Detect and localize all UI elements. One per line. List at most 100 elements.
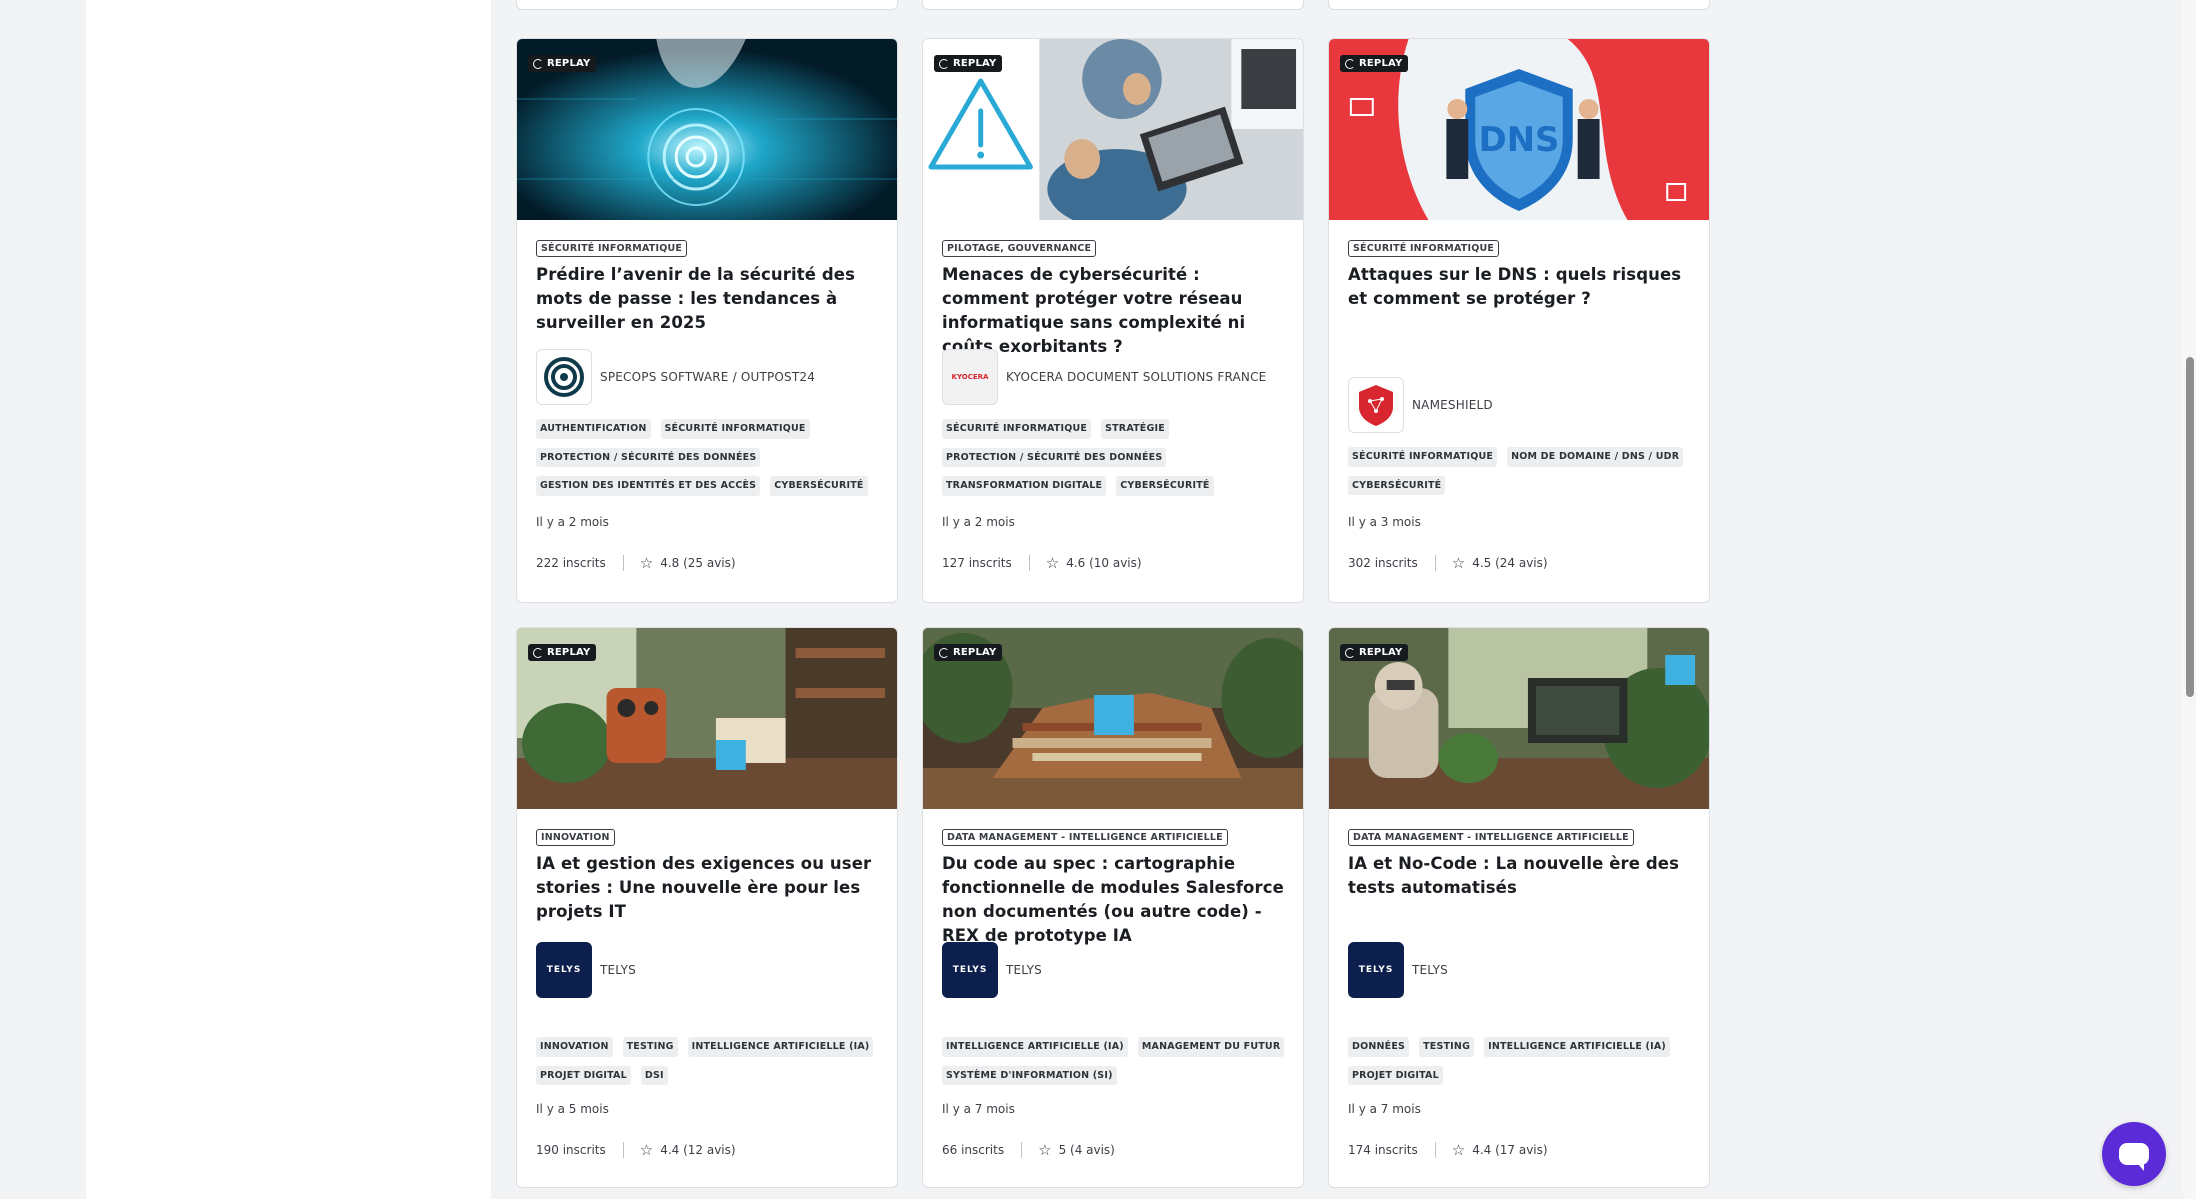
- replay-badge: REPLAY: [528, 644, 597, 661]
- webinar-card[interactable]: REPLAY PILOTAGE, GOUVERNANCE Menaces de …: [922, 38, 1304, 603]
- organizer-logo: [536, 349, 592, 405]
- tag-list: SÉCURITÉ INFORMATIQUE NOM DE DOMAINE / D…: [1348, 447, 1695, 495]
- rating: 4.5 (24 avis): [1472, 556, 1548, 570]
- organizer[interactable]: KYOCERA KYOCERA DOCUMENT SOLUTIONS FRANC…: [942, 349, 1266, 405]
- tag-list: SÉCURITÉ INFORMATIQUE STRATÉGIE PROTECTI…: [942, 419, 1289, 496]
- rating: 4.4 (17 avis): [1472, 1143, 1548, 1157]
- tag[interactable]: PROTECTION / SÉCURITÉ DES DONNÉES: [536, 447, 761, 467]
- subscriber-count: 66 inscrits: [942, 1143, 1005, 1157]
- replay-icon: [533, 58, 543, 69]
- category-badge[interactable]: PILOTAGE, GOUVERNANCE: [942, 240, 1097, 257]
- card-partial[interactable]: [516, 0, 898, 10]
- organizer[interactable]: NAMESHIELD: [1348, 377, 1493, 433]
- tag[interactable]: INTELLIGENCE ARTIFICIELLE (IA): [687, 1037, 874, 1057]
- replay-badge: REPLAY: [1340, 644, 1409, 661]
- replay-badge: REPLAY: [934, 644, 1003, 661]
- organizer-logo: [1348, 377, 1404, 433]
- category-badge[interactable]: INNOVATION: [536, 829, 615, 846]
- replay-icon: [533, 647, 543, 658]
- dns-text: DNS: [1479, 120, 1560, 159]
- rating: 4.6 (10 avis): [1066, 556, 1142, 570]
- tag[interactable]: TESTING: [1419, 1037, 1475, 1057]
- scrollbar[interactable]: [2183, 0, 2196, 1199]
- category-badge[interactable]: SÉCURITÉ INFORMATIQUE: [536, 240, 688, 257]
- divider: [622, 1142, 624, 1158]
- star-outline-icon: ☆: [1038, 1141, 1052, 1159]
- tag[interactable]: SÉCURITÉ INFORMATIQUE: [942, 419, 1092, 439]
- divider: [1434, 1142, 1436, 1158]
- star-outline-icon: ☆: [1045, 554, 1060, 572]
- rating: 5 (4 avis): [1058, 1143, 1115, 1157]
- tag[interactable]: CYBERSÉCURITÉ: [1116, 476, 1214, 496]
- tag[interactable]: INTELLIGENCE ARTIFICIELLE (IA): [942, 1037, 1128, 1057]
- organizer[interactable]: TELYS TELYS: [942, 942, 1042, 998]
- tag[interactable]: SÉCURITÉ INFORMATIQUE: [660, 419, 810, 439]
- tag[interactable]: CYBERSÉCURITÉ: [770, 476, 868, 496]
- webinar-card[interactable]: REPLAY DATA MANAGEMENT - INTELLIGENCE AR…: [1328, 627, 1710, 1188]
- replay-icon: [939, 647, 949, 658]
- organizer-name: KYOCERA DOCUMENT SOLUTIONS FRANCE: [1006, 370, 1267, 384]
- tag[interactable]: GESTION DES IDENTITÉS ET DES ACCÈS: [536, 476, 761, 496]
- organizer[interactable]: TELYS TELYS: [536, 942, 636, 998]
- category-badge[interactable]: DATA MANAGEMENT - INTELLIGENCE ARTIFICIE…: [1348, 829, 1634, 846]
- card-stats: 190 inscrits ☆ 4.4 (12 avis): [536, 1141, 736, 1159]
- tag[interactable]: CYBERSÉCURITÉ: [1348, 475, 1446, 495]
- tag[interactable]: STRATÉGIE: [1101, 419, 1169, 439]
- card-title[interactable]: Attaques sur le DNS : quels risques et c…: [1348, 263, 1690, 311]
- tag[interactable]: AUTHENTIFICATION: [536, 419, 651, 439]
- card-title[interactable]: IA et No-Code : La nouvelle ère des test…: [1348, 852, 1690, 900]
- tag[interactable]: DONNÉES: [1348, 1037, 1410, 1057]
- subscriber-count: 174 inscrits: [1348, 1143, 1418, 1157]
- category-badge[interactable]: DATA MANAGEMENT - INTELLIGENCE ARTIFICIE…: [942, 829, 1228, 846]
- star-outline-icon: ☆: [1451, 1141, 1466, 1159]
- organizer-logo: TELYS: [1348, 942, 1404, 998]
- organizer-logo: KYOCERA: [942, 349, 998, 405]
- subscriber-count: 190 inscrits: [536, 1143, 606, 1157]
- webinar-grid: REPLAY SÉCURITÉ INFORMATIQUE Prédire l’a…: [491, 0, 2183, 1199]
- tag[interactable]: PROJET DIGITAL: [536, 1065, 631, 1085]
- organizer[interactable]: SPECOPS SOFTWARE / OUTPOST24: [536, 349, 815, 405]
- tag[interactable]: MANAGEMENT DU FUTUR: [1137, 1037, 1285, 1057]
- chat-button[interactable]: [2102, 1122, 2166, 1186]
- card-partial[interactable]: [1328, 0, 1710, 10]
- tag[interactable]: TRANSFORMATION DIGITALE: [942, 476, 1107, 496]
- card-stats: 302 inscrits ☆ 4.5 (24 avis): [1348, 554, 1548, 572]
- card-partial[interactable]: [922, 0, 1304, 10]
- tag[interactable]: NOM DE DOMAINE / DNS / UDR: [1507, 447, 1684, 467]
- card-thumbnail: REPLAY: [517, 39, 897, 220]
- card-title[interactable]: IA et gestion des exigences ou user stor…: [536, 852, 878, 924]
- card-stats: 66 inscrits ☆ 5 (4 avis): [942, 1141, 1115, 1159]
- organizer-name: NAMESHIELD: [1412, 398, 1493, 412]
- publish-date: Il y a 7 mois: [942, 1102, 1015, 1116]
- tag[interactable]: DSI: [640, 1065, 668, 1085]
- scrollbar-thumb[interactable]: [2186, 357, 2194, 697]
- tag[interactable]: INNOVATION: [536, 1037, 613, 1057]
- replay-badge: REPLAY: [528, 55, 597, 72]
- card-title[interactable]: Du code au spec : cartographie fonctionn…: [942, 852, 1284, 948]
- tag[interactable]: TESTING: [622, 1037, 678, 1057]
- card-stats: 127 inscrits ☆ 4.6 (10 avis): [942, 554, 1142, 572]
- webinar-card[interactable]: REPLAY INNOVATION IA et gestion des exig…: [516, 627, 898, 1188]
- webinar-card[interactable]: REPLAY SÉCURITÉ INFORMATIQUE Prédire l’a…: [516, 38, 898, 603]
- tag[interactable]: PROTECTION / SÉCURITÉ DES DONNÉES: [942, 447, 1167, 467]
- tag-list: AUTHENTIFICATION SÉCURITÉ INFORMATIQUE P…: [536, 419, 883, 496]
- category-badge[interactable]: SÉCURITÉ INFORMATIQUE: [1348, 240, 1500, 257]
- card-title[interactable]: Menaces de cybersécurité : comment proté…: [942, 263, 1284, 359]
- organizer-name: SPECOPS SOFTWARE / OUTPOST24: [600, 370, 816, 384]
- kyocera-logo: KYOCERA: [951, 373, 989, 381]
- tag[interactable]: SÉCURITÉ INFORMATIQUE: [1348, 447, 1498, 467]
- tag[interactable]: SYSTÈME D'INFORMATION (SI): [942, 1065, 1117, 1085]
- star-outline-icon: ☆: [639, 554, 654, 572]
- webinar-card[interactable]: DNS REPLAY SÉCURITÉ INFORMATIQUE Attaque…: [1328, 38, 1710, 603]
- tag-list: INNOVATION TESTING INTELLIGENCE ARTIFICI…: [536, 1037, 883, 1085]
- tag-list: DONNÉES TESTING INTELLIGENCE ARTIFICIELL…: [1348, 1037, 1695, 1085]
- tag[interactable]: INTELLIGENCE ARTIFICIELLE (IA): [1484, 1037, 1670, 1057]
- replay-icon: [1345, 58, 1355, 69]
- organizer-logo: TELYS: [942, 942, 998, 998]
- webinar-card[interactable]: REPLAY DATA MANAGEMENT - INTELLIGENCE AR…: [922, 627, 1304, 1188]
- organizer[interactable]: TELYS TELYS: [1348, 942, 1448, 998]
- replay-badge: REPLAY: [1340, 55, 1409, 72]
- nameshield-logo-icon: [1359, 385, 1393, 426]
- tag[interactable]: PROJET DIGITAL: [1348, 1065, 1443, 1085]
- card-title[interactable]: Prédire l’avenir de la sécurité des mots…: [536, 263, 878, 335]
